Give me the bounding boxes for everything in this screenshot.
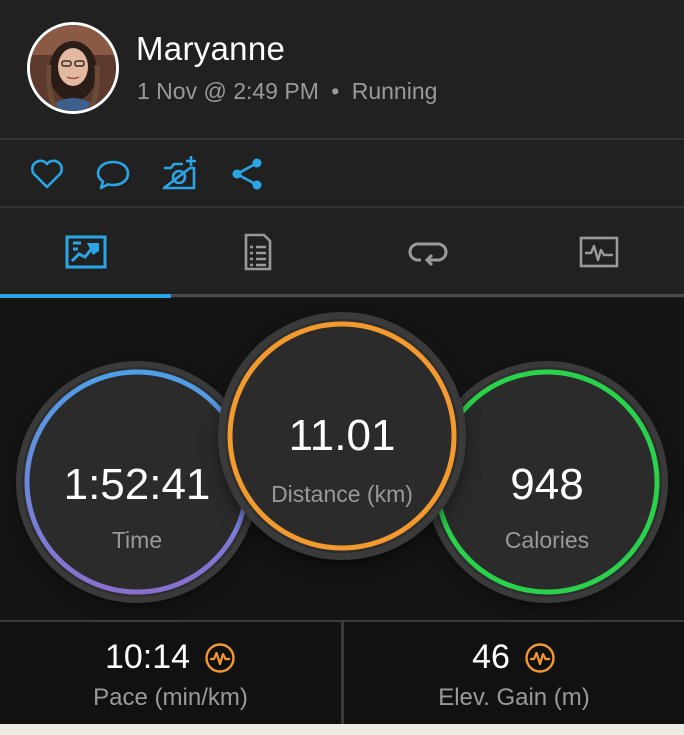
activity-meta: 1 Nov @ 2:49 PM • Running <box>137 78 437 105</box>
charts-icon <box>579 236 618 268</box>
action-bar <box>0 140 684 206</box>
time-stat: 1:52:41 Time <box>22 367 252 597</box>
comment-icon <box>96 160 130 190</box>
distance-label: Distance (km) <box>271 481 413 507</box>
metrics-row: 10:14 Pace (min/km) 46 Elev. Gain (m) <box>0 620 684 726</box>
avatar[interactable] <box>27 22 119 114</box>
distance-value: 11.01 <box>288 411 396 460</box>
pace-value-row: 10:14 <box>0 638 341 677</box>
calories-label: Calories <box>504 527 590 553</box>
elevation-value-row: 46 <box>344 638 684 677</box>
elevation-label: Elev. Gain (m) <box>438 684 590 711</box>
stats-summary: 1:52:41 Time 948 Calories 11.01 Distance… <box>0 298 684 620</box>
time-value: 1:52:41 <box>63 460 211 509</box>
stats-icon <box>65 235 106 269</box>
activity-type: Running <box>351 78 438 104</box>
pace-metric[interactable]: 10:14 Pace (min/km) <box>0 622 341 726</box>
pace-label: Pace (min/km) <box>93 684 248 711</box>
meta-separator: • <box>331 78 340 104</box>
calories-stat: 948 Calories <box>432 367 662 597</box>
elevation-trend-icon <box>525 642 555 673</box>
tab-charts[interactable] <box>513 208 684 296</box>
calories-value: 948 <box>510 460 584 509</box>
like-button[interactable] <box>27 154 67 194</box>
pace-trend-icon <box>205 642 235 673</box>
route-map-preview[interactable] <box>0 724 684 735</box>
activity-header: Maryanne 1 Nov @ 2:49 PM • Running <box>0 0 684 138</box>
tab-laps[interactable] <box>342 208 513 296</box>
details-icon <box>244 233 271 271</box>
laps-icon <box>408 242 447 267</box>
add-photo-button[interactable] <box>160 154 200 194</box>
elevation-value: 46 <box>472 638 510 676</box>
tab-details[interactable] <box>171 208 342 296</box>
pace-value: 10:14 <box>104 638 191 676</box>
add-photo-icon <box>162 156 196 190</box>
tab-bar <box>0 208 684 298</box>
heart-icon <box>31 159 63 189</box>
avatar-image <box>30 25 116 111</box>
user-name[interactable]: Maryanne <box>136 30 285 68</box>
distance-stat: 11.01 Distance (km) <box>225 319 459 553</box>
elevation-metric[interactable]: 46 Elev. Gain (m) <box>344 622 684 726</box>
share-button[interactable] <box>227 154 267 194</box>
time-label: Time <box>111 527 163 553</box>
share-icon <box>232 158 262 190</box>
activity-date-time: 1 Nov @ 2:49 PM <box>137 78 319 104</box>
comment-button[interactable] <box>93 154 133 194</box>
tab-stats[interactable] <box>0 208 171 296</box>
